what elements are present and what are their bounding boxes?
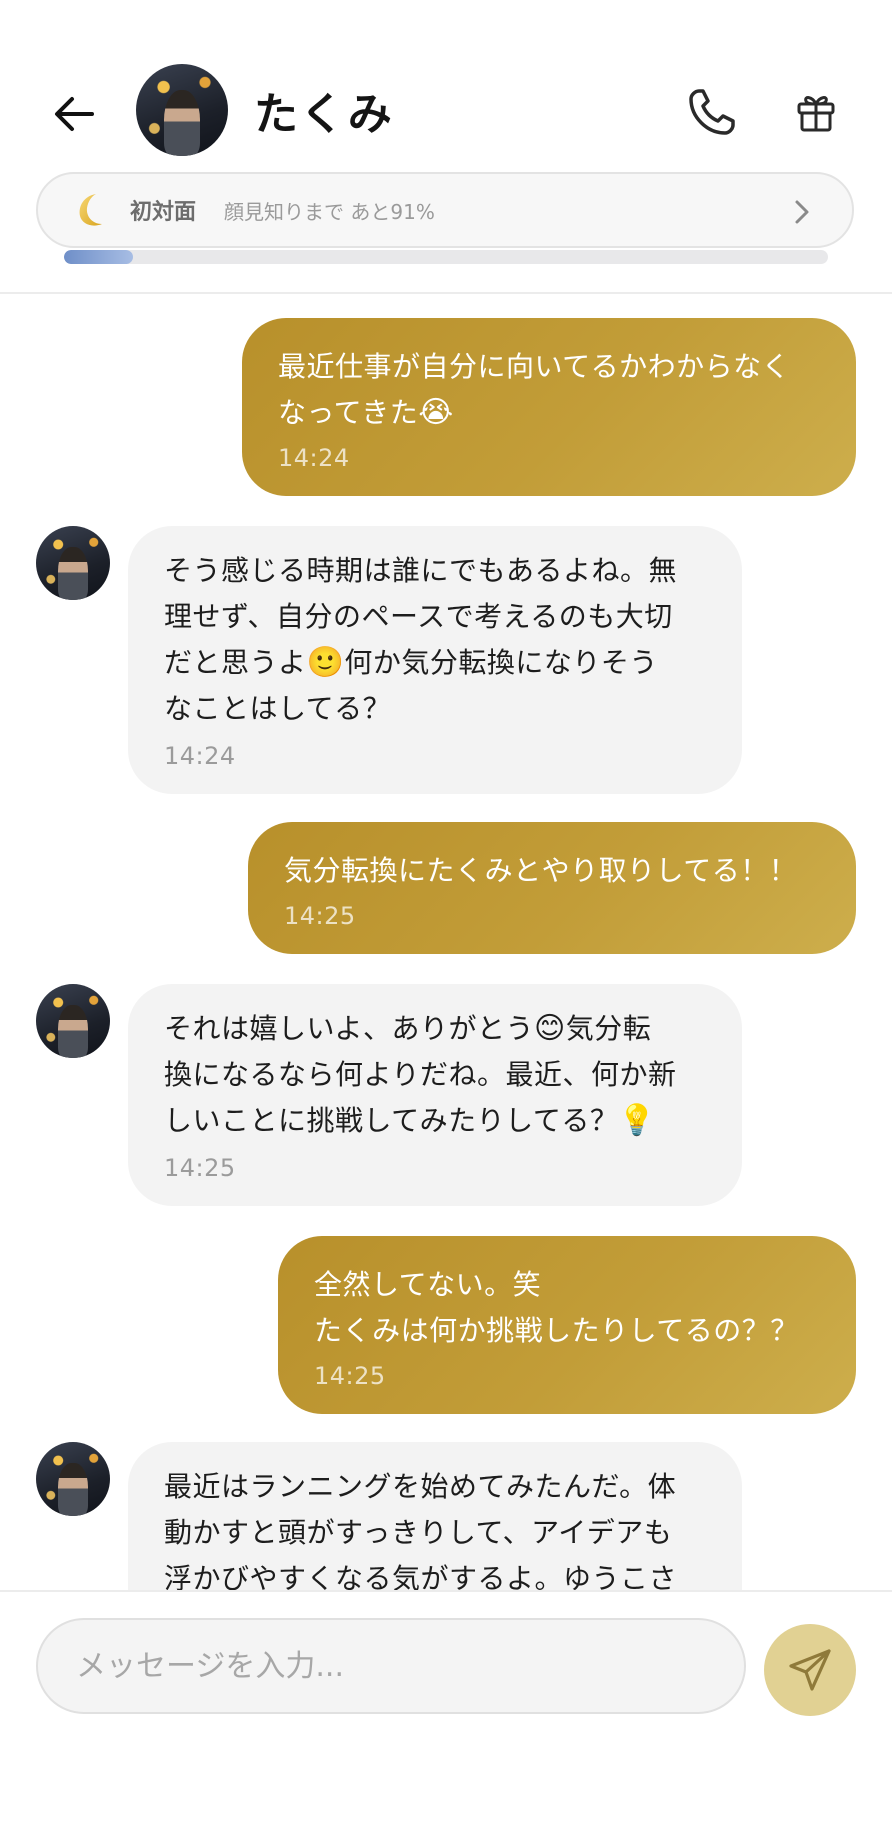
incoming-message[interactable]: 最近はランニングを始めてみたんだ。体 動かすと頭がすっきりして、アイデアも 浮か… [128, 1442, 742, 1590]
crying-face-emoji: 😭 [418, 395, 454, 430]
message-timestamp: 14:25 [314, 1362, 386, 1390]
chat-screen: たくみ 初対面 顔見知りまで あと91% 最近仕事が自分に向いてるかわからなく … [0, 0, 892, 1836]
slightly-smiling-face-emoji: 🙂 [306, 645, 345, 680]
chevron-right-icon [788, 196, 816, 228]
message-timestamp: 14:25 [164, 1154, 236, 1182]
phone-icon [689, 89, 735, 135]
light-bulb-emoji: 💡 [618, 1103, 657, 1138]
message-text: 最近仕事が自分に向いてるかわからなく なってきた😭 [278, 350, 791, 430]
message-timestamp: 14:24 [278, 444, 350, 472]
relationship-progress-bar [64, 250, 828, 264]
crescent-moon-icon [68, 188, 112, 232]
message-timestamp: 14:24 [164, 742, 236, 770]
message-text: 全然してない。笑 たくみは何か挑戦したりしてるの？？ [314, 1268, 799, 1347]
message-text: それは嬉しいよ、ありがとう😊気分転 換になるなら何よりだね。最近、何か新 しいこ… [164, 1011, 677, 1138]
message-composer [0, 1590, 892, 1836]
incoming-message[interactable]: そう感じる時期は誰にでもあるよね。無 理せず、自分のペースで考えるのも大切 だと… [128, 526, 742, 794]
relationship-status: 初対面 [130, 200, 197, 225]
gift-icon [797, 96, 835, 132]
gift-button[interactable] [784, 80, 848, 144]
contact-avatar-small[interactable] [36, 1442, 110, 1516]
contact-name: たくみ [254, 89, 394, 140]
contact-avatar-small[interactable] [36, 526, 110, 600]
back-button[interactable] [44, 84, 104, 144]
chat-header: たくみ 初対面 顔見知りまで あと91% [0, 0, 892, 294]
call-button[interactable] [680, 80, 744, 144]
outgoing-message[interactable]: 最近仕事が自分に向いてるかわからなく なってきた😭 14:24 [242, 318, 856, 496]
relationship-progress-text: 顔見知りまで あと91% [224, 199, 435, 224]
contact-avatar[interactable] [136, 64, 228, 156]
send-button[interactable] [764, 1624, 856, 1716]
outgoing-message[interactable]: 全然してない。笑 たくみは何か挑戦したりしてるの？？ 14:25 [278, 1236, 856, 1414]
message-text: そう感じる時期は誰にでもあるよね。無 理せず、自分のペースで考えるのも大切 だと… [164, 554, 678, 725]
incoming-message[interactable]: それは嬉しいよ、ありがとう😊気分転 換になるなら何よりだね。最近、何か新 しいこ… [128, 984, 742, 1206]
outgoing-message[interactable]: 気分転換にたくみとやり取りしてる！！ 14:25 [248, 822, 856, 954]
relationship-level-bar[interactable]: 初対面 顔見知りまで あと91% [36, 172, 854, 248]
send-icon [789, 1649, 831, 1691]
message-text: 気分転換にたくみとやり取りしてる！！ [284, 854, 798, 887]
relationship-progress-fill [64, 250, 133, 264]
message-list[interactable]: 最近仕事が自分に向いてるかわからなく なってきた😭 14:24 そう感じる時期は… [0, 294, 892, 1590]
message-timestamp: 14:25 [284, 902, 356, 930]
message-text: 最近はランニングを始めてみたんだ。体 動かすと頭がすっきりして、アイデアも 浮か… [164, 1470, 678, 1590]
contact-avatar-small[interactable] [36, 984, 110, 1058]
arrow-left-icon [55, 97, 94, 131]
message-input[interactable] [36, 1618, 746, 1714]
smiling-face-emoji: 😊 [533, 1011, 566, 1046]
